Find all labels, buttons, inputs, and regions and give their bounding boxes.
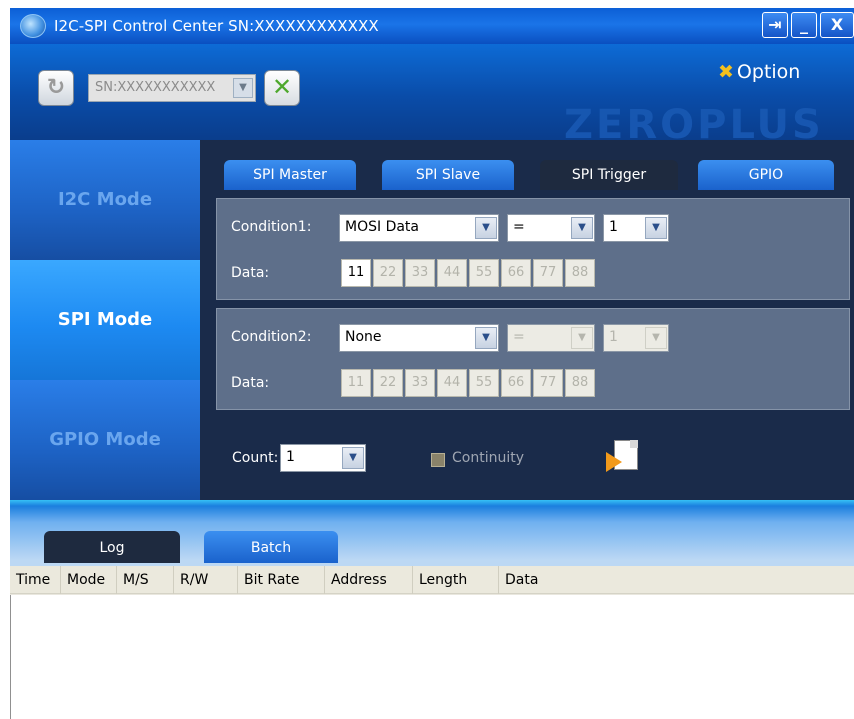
- chevron-down-icon[interactable]: ▼: [342, 447, 364, 469]
- condition2-data-byte-8[interactable]: 88: [565, 369, 595, 397]
- chevron-down-icon[interactable]: ▼: [233, 78, 253, 98]
- header-bar: ↻ SN:XXXXXXXXXXX ▼ ✕ ✖ Option ZEROPLUS: [10, 44, 854, 148]
- tools-icon: ✖: [718, 61, 734, 83]
- chevron-down-icon[interactable]: ▼: [571, 217, 593, 239]
- log-table-header: Time Mode M/S R/W Bit Rate Address Lengt…: [10, 566, 854, 594]
- condition1-data-byte-4[interactable]: 44: [437, 259, 467, 287]
- mode-i2c[interactable]: I2C Mode: [10, 140, 200, 260]
- column-header-address[interactable]: Address: [325, 566, 413, 594]
- condition2-bytes-select[interactable]: 1 ▼: [603, 324, 669, 352]
- refresh-icon[interactable]: ↻: [38, 70, 74, 106]
- option-button[interactable]: ✖ Option: [718, 61, 800, 83]
- condition2-data-byte-3[interactable]: 33: [405, 369, 435, 397]
- tab-spi-master[interactable]: SPI Master: [224, 160, 356, 190]
- column-header-mode[interactable]: Mode: [61, 566, 117, 594]
- chevron-down-icon[interactable]: ▼: [475, 217, 497, 239]
- column-header-ms[interactable]: M/S: [117, 566, 174, 594]
- condition1-source-value: MOSI Data: [345, 219, 419, 235]
- condition1-data-byte-5[interactable]: 55: [469, 259, 499, 287]
- condition2-operator-value: =: [513, 329, 525, 345]
- condition2-operator-select[interactable]: = ▼: [507, 324, 595, 352]
- mode-sidebar: I2C Mode SPI Mode GPIO Mode: [10, 140, 200, 500]
- spi-panel: SPI Master SPI Slave SPI Trigger GPIO Co…: [200, 140, 854, 500]
- condition2-data-byte-2[interactable]: 22: [373, 369, 403, 397]
- column-header-rw[interactable]: R/W: [174, 566, 238, 594]
- condition2-data-byte-1[interactable]: 11: [341, 369, 371, 397]
- continuity-checkbox[interactable]: [431, 453, 445, 467]
- tab-spi-slave[interactable]: SPI Slave: [382, 160, 514, 190]
- chevron-down-icon[interactable]: ▼: [475, 327, 497, 349]
- tab-spi-trigger[interactable]: SPI Trigger: [540, 160, 678, 190]
- condition1-data-byte-6[interactable]: 66: [501, 259, 531, 287]
- column-header-data[interactable]: Data: [499, 566, 854, 594]
- condition1-bytes-select[interactable]: 1 ▼: [603, 214, 669, 242]
- chevron-down-icon[interactable]: ▼: [645, 327, 667, 349]
- window-title: I2C-SPI Control Center SN:XXXXXXXXXXXX: [54, 17, 379, 35]
- condition2-source-select[interactable]: None ▼: [339, 324, 499, 352]
- option-label: Option: [736, 61, 801, 83]
- condition2-data-byte-7[interactable]: 77: [533, 369, 563, 397]
- export-icon[interactable]: [606, 440, 640, 476]
- column-header-time[interactable]: Time: [10, 566, 61, 594]
- app-logo-icon: [20, 14, 46, 38]
- count-label: Count:: [232, 450, 279, 466]
- log-table-body[interactable]: [10, 595, 854, 719]
- tab-log[interactable]: Log: [44, 531, 180, 563]
- minimize-button[interactable]: _: [791, 12, 817, 38]
- condition1-data-byte-1[interactable]: 11: [341, 259, 371, 287]
- condition1-label: Condition1:: [231, 219, 312, 235]
- condition1-bytes-value: 1: [609, 219, 618, 235]
- condition1-data-byte-8[interactable]: 88: [565, 259, 595, 287]
- condition2-label: Condition2:: [231, 329, 312, 345]
- tab-gpio[interactable]: GPIO: [698, 160, 834, 190]
- chevron-down-icon[interactable]: ▼: [571, 327, 593, 349]
- serial-number-select[interactable]: SN:XXXXXXXXXXX ▼: [88, 74, 256, 102]
- pin-button[interactable]: ⇥: [762, 12, 788, 38]
- connect-icon[interactable]: ✕: [264, 70, 300, 106]
- condition2-bytes-value: 1: [609, 329, 618, 345]
- column-header-length[interactable]: Length: [413, 566, 499, 594]
- column-header-bit-rate[interactable]: Bit Rate: [238, 566, 325, 594]
- mode-spi[interactable]: SPI Mode: [10, 260, 200, 380]
- app-window: I2C-SPI Control Center SN:XXXXXXXXXXXX ⇥…: [10, 8, 854, 719]
- close-button[interactable]: X: [820, 12, 854, 38]
- condition2-data-byte-4[interactable]: 44: [437, 369, 467, 397]
- condition1-data-byte-2[interactable]: 22: [373, 259, 403, 287]
- condition1-data-byte-3[interactable]: 33: [405, 259, 435, 287]
- mode-gpio[interactable]: GPIO Mode: [10, 380, 200, 500]
- condition2-data-label: Data:: [231, 375, 270, 391]
- condition2-data-byte-5[interactable]: 55: [469, 369, 499, 397]
- serial-number-value: SN:XXXXXXXXXXX: [95, 80, 216, 95]
- condition2-data-byte-6[interactable]: 66: [501, 369, 531, 397]
- count-value: 1: [286, 449, 295, 465]
- chevron-down-icon[interactable]: ▼: [645, 217, 667, 239]
- condition1-source-select[interactable]: MOSI Data ▼: [339, 214, 499, 242]
- tab-batch[interactable]: Batch: [204, 531, 338, 563]
- count-select[interactable]: 1 ▼: [280, 444, 366, 472]
- condition1-data-label: Data:: [231, 265, 270, 281]
- condition1-operator-value: =: [513, 219, 525, 235]
- condition2-panel: Condition2: None ▼ = ▼ 1 ▼ Data: 11 22 3…: [216, 308, 850, 410]
- continuity-label: Continuity: [452, 450, 525, 466]
- condition1-panel: Condition1: MOSI Data ▼ = ▼ 1 ▼ Data: 11…: [216, 198, 850, 300]
- condition2-source-value: None: [345, 329, 382, 345]
- condition1-data-byte-7[interactable]: 77: [533, 259, 563, 287]
- title-bar: I2C-SPI Control Center SN:XXXXXXXXXXXX ⇥…: [10, 8, 854, 44]
- condition1-operator-select[interactable]: = ▼: [507, 214, 595, 242]
